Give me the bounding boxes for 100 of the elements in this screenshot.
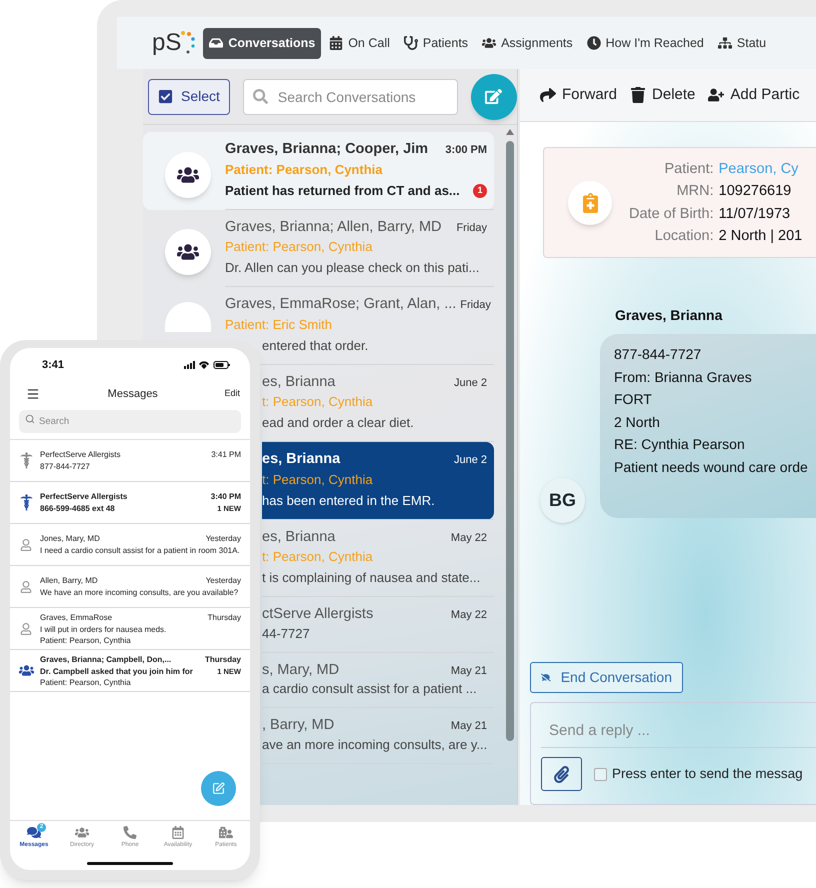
message-line: Patient needs wound care orde (614, 458, 809, 476)
caduceus-icon (20, 494, 32, 511)
message-line: RE: Cynthia Pearson (614, 435, 746, 454)
message-item[interactable]: Graves, EmmaRose Thursday I will put in orders for nausea meds. Patient: Pearson, Cynthia (10, 608, 250, 650)
trash-icon (630, 87, 646, 103)
conversation-item[interactable]: es, Brianna May 22 t: Pearson, Cynthia t is complaining of nausea and state... (262, 520, 494, 597)
message-line: 2 North (614, 412, 661, 432)
sender-name: Graves, Brianna (615, 306, 722, 325)
conversation-name: Graves, Brianna; Allen, Barry, MD (225, 218, 442, 236)
edit-button[interactable]: Edit (224, 387, 240, 401)
checkbox[interactable] (594, 768, 607, 780)
person-icon (20, 538, 32, 550)
reply-field[interactable]: Send a reply ... (541, 713, 816, 748)
conversation-item[interactable]: Graves, Brianna; Cooper, Jim 3:00 PM Patient: Pearson, Cynthia Patient has returned from CT and as... 1 (143, 132, 494, 210)
conversation-name: Graves, Brianna; Cooper, Jim (225, 140, 428, 158)
nav-tab[interactable]: On Call (323, 28, 396, 58)
message-preview: entered that order. (262, 336, 368, 354)
conversation-item[interactable]: , Barry, MD May 21 ave an more incoming consults, are y... (262, 708, 494, 764)
message-item[interactable]: Jones, Mary, MD Yesterday I need a cardio consult assist for a patient in room 301A. (10, 524, 250, 566)
conversation-time: May 22 (450, 530, 487, 546)
conversation-item[interactable]: Graves, Brianna; Allen, Barry, MD Friday Patient: Pearson, Cynthia Dr. Allen can you please check on this pati... (143, 210, 494, 287)
dots-icon (179, 31, 196, 55)
contact-name: PerfectServe Allergists (40, 490, 128, 503)
message-time: Thursday (204, 654, 241, 666)
compose-button[interactable] (201, 771, 236, 806)
message-preview: 44-7727 (262, 624, 310, 642)
toolbar-button[interactable]: Delete (630, 84, 696, 106)
checkbox-label: Press enter to send the messag (612, 764, 803, 783)
nav-tab[interactable]: Patients (398, 28, 474, 58)
message-text: I will put in orders for nausea meds. (40, 624, 166, 634)
attach-button[interactable] (541, 757, 582, 791)
message-preview: ead and order a clear diet. (262, 414, 414, 432)
conversation-time: 3:00 PM (445, 143, 487, 158)
message-time: 3:40 PM (210, 490, 241, 503)
users-icon (482, 36, 496, 50)
patient-name: Patient: Eric Smith (225, 316, 332, 334)
message-text: We have an more incoming consults, are you available? (40, 587, 238, 598)
calendar-icon (329, 36, 344, 50)
phone-icon (123, 826, 137, 839)
clipboard-icon (582, 192, 598, 212)
patient-name: Patient: Pearson, Cynthia (225, 160, 382, 179)
field-label: Date of Birth: (629, 204, 714, 224)
conversation-time: June 2 (454, 453, 487, 468)
message-time: 3:41 PM (211, 449, 241, 461)
search-icon (25, 414, 35, 424)
stethoscope-icon (404, 36, 418, 50)
group-avatar (165, 302, 211, 332)
patient-icon (219, 826, 233, 839)
reply-box[interactable]: Send a reply ... Press enter to send the messag (530, 702, 816, 805)
conversation-time: Friday (460, 298, 491, 313)
screen-title: Messages (108, 386, 158, 402)
nav-tab[interactable]: Assignments (476, 28, 579, 58)
field-value: 2 North | 201 (718, 227, 802, 246)
message-item[interactable]: PerfectServe Allergists 3:41 PM 877-844-7727 (10, 440, 250, 482)
message-preview: a cardio consult assist for a patient ... (262, 680, 477, 698)
menu-icon[interactable] (25, 387, 41, 401)
nav-tab[interactable]: Conversations (203, 28, 322, 58)
message-time: Thursday (208, 612, 241, 624)
toolbar-button[interactable]: Add Partic (708, 84, 800, 106)
conversation-item[interactable]: es, Brianna June 2 t: Pearson, Cynthia has been entered in the EMR. (262, 442, 494, 520)
conversation-time: May 22 (450, 608, 487, 623)
status-icons (184, 360, 232, 370)
search-field[interactable]: Search Conversations (242, 78, 458, 114)
contact-name: Allen, Barry, MD (40, 575, 98, 587)
field-value: 109276619 (718, 182, 792, 201)
select-button[interactable]: Select (148, 78, 230, 114)
message-text: 866-599-4685 ext 48 (40, 502, 115, 514)
paperclip-icon (553, 766, 570, 782)
compose-icon (485, 88, 502, 105)
status-time: 3:41 (42, 358, 64, 373)
person-icon (20, 622, 32, 634)
conversation-time: Friday (456, 220, 487, 236)
message-preview: has been entered in the EMR. (262, 492, 435, 510)
end-conversation-button[interactable]: End Conversation (530, 662, 683, 693)
conversation-name: , Barry, MD (262, 716, 334, 734)
message-line: From: Brianna Graves (614, 368, 753, 386)
message-item[interactable]: Allen, Barry, MD Yesterday We have an more incoming consults, are you available? (10, 566, 250, 608)
field-value: 11/07/1973 (718, 204, 792, 224)
conversation-time: June 2 (454, 376, 487, 390)
conversation-item[interactable]: ctServe Allergists May 22 44-7727 (262, 597, 494, 652)
conversation-time: May 21 (450, 664, 487, 678)
checkbox-icon (158, 89, 173, 104)
logo-text: pS (152, 31, 182, 55)
field-label: MRN: (676, 182, 714, 201)
sender-avatar: BG (540, 478, 585, 523)
conversation-name: Graves, EmmaRose; Grant, Alan, ... (225, 295, 456, 313)
nav-tab[interactable]: Statu (712, 28, 772, 58)
message-preview: ave an more incoming consults, are y... (262, 736, 488, 754)
contact-name: Jones, Mary, MD (40, 533, 100, 545)
conversation-item[interactable]: s, Mary, MD May 21 a cardio consult assist for a patient ... (262, 652, 494, 708)
compose-button[interactable] (470, 74, 517, 120)
search-field[interactable]: Search (19, 410, 241, 433)
message-preview: Patient has returned from CT and as... (225, 182, 460, 200)
group-icon (18, 664, 34, 677)
toolbar-button[interactable]: Forward (540, 84, 618, 106)
message-text: 877-844-7727 (40, 461, 90, 472)
nav-tab[interactable]: How I'm Reached (580, 28, 710, 58)
field-label: Location: (654, 227, 714, 246)
compose-icon (212, 782, 225, 795)
person-icon (20, 580, 32, 592)
